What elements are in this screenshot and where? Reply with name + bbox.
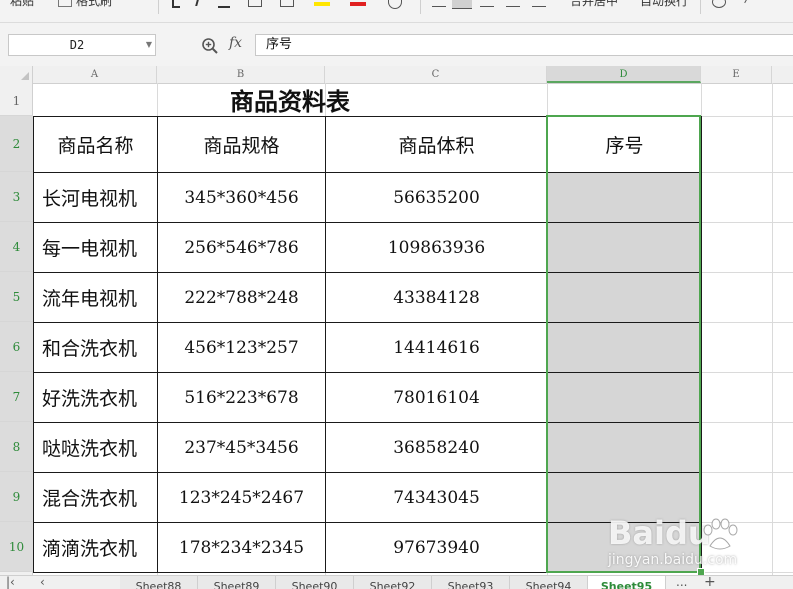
select-all-triangle-icon [21, 72, 29, 80]
cell-volume[interactable]: 14414616 [325, 322, 548, 373]
name-box-value: D2 [69, 38, 85, 52]
row-headers: 1 2 3 4 5 6 7 8 9 10 [0, 83, 33, 575]
selection-border [546, 115, 701, 573]
font-color-icon[interactable] [350, 2, 366, 6]
zoom-icon[interactable] [201, 37, 219, 55]
watermark-brand: Baidu [608, 514, 711, 552]
column-header-d[interactable]: D [547, 66, 701, 83]
cell-volume[interactable]: 56635200 [325, 172, 548, 223]
gridline [772, 83, 773, 575]
align-center-icon[interactable] [452, 0, 472, 9]
cell-name[interactable]: 流年电视机 [33, 272, 158, 323]
align-left-icon[interactable] [432, 0, 446, 7]
cell-spec[interactable]: 516*223*678 [157, 372, 326, 423]
cell-spec[interactable]: 237*45*3456 [157, 422, 326, 473]
cell-spec[interactable]: 345*360*456 [157, 172, 326, 223]
underline-icon[interactable] [218, 0, 230, 8]
cell-name[interactable]: 长河电视机 [33, 172, 158, 223]
percent-icon[interactable] [744, 0, 759, 9]
ribbon-divider [158, 0, 159, 14]
header-cell-name[interactable]: 商品名称 [33, 116, 158, 173]
sheet-tab[interactable]: Sheet89 [198, 576, 276, 589]
align-right-icon[interactable] [480, 0, 494, 7]
cell-name[interactable]: 混合洗衣机 [33, 472, 158, 523]
column-header-b[interactable]: B [157, 66, 325, 83]
cell-volume[interactable]: 74343045 [325, 472, 548, 523]
column-header-e[interactable]: E [701, 66, 772, 83]
row-header[interactable]: 6 [0, 322, 33, 372]
formula-bar: D2 ▼ fx 序号 [0, 23, 793, 66]
watermark-url: jingyan.baidu.com [608, 552, 738, 568]
cell-name[interactable]: 每一电视机 [33, 222, 158, 273]
more-tabs-button[interactable]: ... [676, 576, 687, 589]
sheet-tab[interactable]: Sheet94 [510, 576, 588, 589]
row-header[interactable]: 4 [0, 222, 33, 272]
cell-volume[interactable]: 109863936 [325, 222, 548, 273]
chevron-down-icon[interactable]: ▼ [146, 35, 152, 55]
cell-volume[interactable]: 43384128 [325, 272, 548, 323]
prev-sheet-icon[interactable]: ‹ [40, 576, 45, 589]
sheet-grid[interactable]: 商品资料表 商品名称 商品规格 商品体积 序号 长河电视机 345*360*45… [33, 83, 793, 575]
table-title[interactable]: 商品资料表 [33, 83, 547, 116]
bold-icon[interactable] [172, 0, 180, 8]
column-header-c[interactable]: C [325, 66, 547, 83]
first-sheet-icon[interactable]: |‹ [6, 576, 15, 589]
ribbon-divider [700, 0, 701, 14]
column-headers: A B C D E [0, 66, 793, 84]
row-header[interactable]: 8 [0, 422, 33, 472]
header-cell-spec[interactable]: 商品规格 [157, 116, 326, 173]
justify-icon[interactable] [506, 0, 520, 7]
cell-spec[interactable]: 178*234*2345 [157, 522, 326, 573]
cell-spec[interactable]: 123*245*2467 [157, 472, 326, 523]
border-icon[interactable] [248, 0, 262, 7]
cell-name[interactable]: 哒哒洗衣机 [33, 422, 158, 473]
row-header[interactable]: 7 [0, 372, 33, 422]
row-header[interactable]: 1 [0, 83, 33, 116]
cell-spec[interactable]: 256*546*786 [157, 222, 326, 273]
italic-icon[interactable] [195, 0, 199, 6]
wrap-text-button[interactable]: 自动换行 [640, 0, 688, 9]
row-header[interactable]: 3 [0, 172, 33, 222]
baidu-watermark: Baidu jingyan.baidu.com [588, 510, 788, 576]
ribbon-toolbar: 粘贴 格式刷 合并居中 自动换行 [0, 0, 793, 23]
sheet-tab-bar: |‹ ‹ Sheet88 Sheet89 Sheet90 Sheet92 She… [0, 575, 793, 589]
distribute-icon[interactable] [532, 0, 546, 7]
paw-icon [703, 518, 738, 550]
clear-format-icon[interactable] [388, 0, 402, 9]
row-header[interactable]: 2 [0, 116, 33, 172]
add-sheet-button[interactable]: + [704, 576, 716, 589]
sheet-tab[interactable]: Sheet92 [354, 576, 432, 589]
formula-input[interactable]: 序号 [255, 34, 793, 56]
cell-volume[interactable]: 78016104 [325, 372, 548, 423]
highlight-color-icon[interactable] [314, 2, 330, 6]
fx-icon[interactable]: fx [229, 35, 242, 51]
header-cell-volume[interactable]: 商品体积 [325, 116, 548, 173]
format-painter-icon[interactable] [58, 0, 72, 7]
name-box[interactable]: D2 ▼ [8, 34, 156, 56]
row-header[interactable]: 10 [0, 522, 33, 572]
currency-icon[interactable] [712, 0, 726, 8]
cell-volume[interactable]: 97673940 [325, 522, 548, 573]
sheet-tab[interactable]: Sheet88 [120, 576, 198, 589]
sheet-tab-active[interactable]: Sheet95 [588, 576, 666, 589]
ribbon-divider [420, 0, 421, 14]
row-header[interactable]: 5 [0, 272, 33, 322]
cell-name[interactable]: 好洗洗衣机 [33, 372, 158, 423]
cell-spec[interactable]: 456*123*257 [157, 322, 326, 373]
cell-volume[interactable]: 36858240 [325, 422, 548, 473]
cell-name[interactable]: 滴滴洗衣机 [33, 522, 158, 573]
column-header-a[interactable]: A [33, 66, 157, 83]
fill-icon[interactable] [280, 0, 294, 7]
format-painter-button[interactable]: 格式刷 [76, 0, 112, 9]
sheet-tab[interactable]: Sheet90 [276, 576, 354, 589]
row-header[interactable]: 9 [0, 472, 33, 522]
sheet-tab[interactable]: Sheet93 [432, 576, 510, 589]
cell-name[interactable]: 和合洗衣机 [33, 322, 158, 373]
paste-button[interactable]: 粘贴 [10, 0, 34, 9]
merge-center-button[interactable]: 合并居中 [570, 0, 618, 9]
cell-spec[interactable]: 222*788*248 [157, 272, 326, 323]
